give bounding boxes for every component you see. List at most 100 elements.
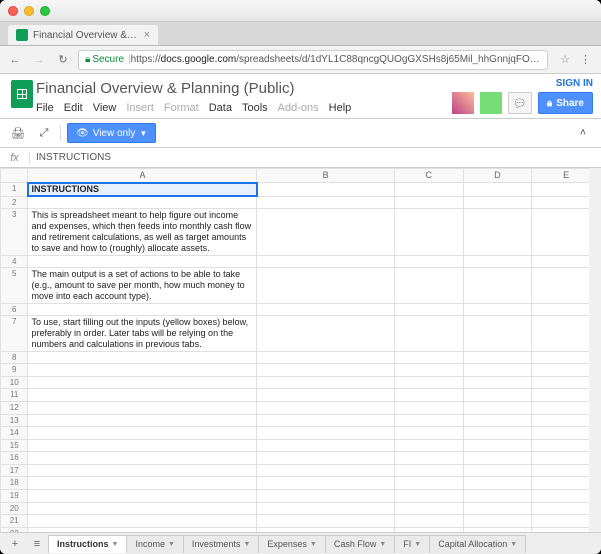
cell[interactable] xyxy=(28,414,257,427)
cell[interactable] xyxy=(28,515,257,528)
cell[interactable] xyxy=(28,464,257,477)
row-header[interactable]: 10 xyxy=(1,376,28,389)
cell[interactable] xyxy=(257,303,394,316)
col-header-b[interactable]: B xyxy=(257,169,394,183)
cell[interactable] xyxy=(257,477,394,490)
avatar-2[interactable] xyxy=(480,92,502,114)
row-header[interactable]: 3 xyxy=(1,209,28,255)
row-header[interactable]: 19 xyxy=(1,490,28,503)
cell[interactable] xyxy=(28,490,257,503)
cell[interactable] xyxy=(257,316,394,351)
formula-value[interactable]: INSTRUCTIONS xyxy=(30,152,117,163)
cell[interactable] xyxy=(463,255,532,268)
vertical-scrollbar[interactable] xyxy=(589,168,601,532)
chevron-down-icon[interactable]: ▼ xyxy=(414,541,421,548)
cell[interactable] xyxy=(394,439,463,452)
cell[interactable] xyxy=(28,389,257,402)
print-icon[interactable]: 🖨︎ xyxy=(8,123,28,143)
cell[interactable] xyxy=(28,477,257,490)
toolbar-expand-icon[interactable]: ˄ xyxy=(573,123,593,143)
cell[interactable] xyxy=(394,414,463,427)
cell[interactable] xyxy=(394,527,463,532)
row-header[interactable]: 4 xyxy=(1,255,28,268)
sheet-tab[interactable]: Expenses▼ xyxy=(258,535,325,553)
cell[interactable] xyxy=(394,464,463,477)
row-header[interactable]: 17 xyxy=(1,464,28,477)
cell[interactable] xyxy=(394,183,463,197)
row-header[interactable]: 8 xyxy=(1,351,28,364)
cell[interactable] xyxy=(463,527,532,532)
cell[interactable] xyxy=(463,183,532,197)
window-close-dot[interactable] xyxy=(8,6,18,16)
cell[interactable] xyxy=(463,452,532,465)
cell[interactable] xyxy=(257,439,394,452)
cell[interactable] xyxy=(257,427,394,440)
cell[interactable] xyxy=(394,209,463,255)
cell[interactable] xyxy=(463,389,532,402)
chevron-down-icon[interactable]: ▼ xyxy=(243,541,250,548)
cell[interactable]: This is spreadsheet meant to help figure… xyxy=(28,209,257,255)
cell[interactable] xyxy=(257,255,394,268)
cell[interactable] xyxy=(394,502,463,515)
cell[interactable] xyxy=(257,414,394,427)
cell[interactable] xyxy=(28,303,257,316)
cell[interactable] xyxy=(463,401,532,414)
cell[interactable] xyxy=(28,196,257,209)
cell[interactable] xyxy=(28,376,257,389)
cell[interactable] xyxy=(463,515,532,528)
cell[interactable] xyxy=(257,351,394,364)
menu-file[interactable]: File xyxy=(36,102,54,114)
chevron-down-icon[interactable]: ▼ xyxy=(112,541,119,548)
cell[interactable] xyxy=(463,464,532,477)
row-header[interactable]: 6 xyxy=(1,303,28,316)
cell[interactable] xyxy=(28,452,257,465)
cell[interactable] xyxy=(257,364,394,377)
cell[interactable]: The main output is a set of actions to b… xyxy=(28,268,257,303)
row-header[interactable]: 9 xyxy=(1,364,28,377)
row-header[interactable]: 18 xyxy=(1,477,28,490)
row-header[interactable]: 11 xyxy=(1,389,28,402)
add-sheet-button[interactable]: + xyxy=(4,535,26,553)
menu-tools[interactable]: Tools xyxy=(242,102,268,114)
cell[interactable] xyxy=(257,502,394,515)
cell[interactable] xyxy=(394,196,463,209)
row-header[interactable]: 15 xyxy=(1,439,28,452)
select-all-cell[interactable] xyxy=(1,169,28,183)
cell[interactable] xyxy=(257,196,394,209)
sheet-tab[interactable]: Investments▼ xyxy=(183,535,259,553)
cell[interactable] xyxy=(257,515,394,528)
cell[interactable] xyxy=(463,268,532,303)
cell[interactable]: INSTRUCTIONS xyxy=(28,183,257,197)
cell[interactable] xyxy=(463,502,532,515)
chevron-down-icon[interactable]: ▼ xyxy=(310,541,317,548)
cell[interactable] xyxy=(394,515,463,528)
cell[interactable] xyxy=(463,316,532,351)
row-header[interactable]: 16 xyxy=(1,452,28,465)
row-header[interactable]: 7 xyxy=(1,316,28,351)
cell[interactable] xyxy=(257,389,394,402)
menu-view[interactable]: View xyxy=(93,102,117,114)
cell[interactable] xyxy=(394,376,463,389)
view-only-button[interactable]: 👁︎ View only ▼ xyxy=(67,123,156,143)
chevron-down-icon[interactable]: ▼ xyxy=(510,541,517,548)
cell[interactable] xyxy=(463,376,532,389)
row-header[interactable]: 20 xyxy=(1,502,28,515)
zoom-fit-icon[interactable]: ⤢ xyxy=(34,123,54,143)
cell[interactable] xyxy=(28,364,257,377)
document-title[interactable]: Financial Overview & Planning (Public) xyxy=(36,78,452,99)
menu-data[interactable]: Data xyxy=(209,102,232,114)
cell[interactable] xyxy=(28,427,257,440)
cell[interactable] xyxy=(463,439,532,452)
cell[interactable] xyxy=(463,303,532,316)
cell[interactable] xyxy=(463,196,532,209)
avatar-1[interactable] xyxy=(452,92,474,114)
spreadsheet-grid[interactable]: A B C D E 1INSTRUCTIONS23This is spreads… xyxy=(0,168,601,532)
sheet-tab[interactable]: FI▼ xyxy=(394,535,430,553)
cell[interactable] xyxy=(257,401,394,414)
cell[interactable] xyxy=(257,464,394,477)
row-header[interactable]: 22 xyxy=(1,527,28,532)
cell[interactable] xyxy=(394,490,463,503)
col-header-d[interactable]: D xyxy=(463,169,532,183)
cell[interactable] xyxy=(394,351,463,364)
cell[interactable] xyxy=(463,414,532,427)
